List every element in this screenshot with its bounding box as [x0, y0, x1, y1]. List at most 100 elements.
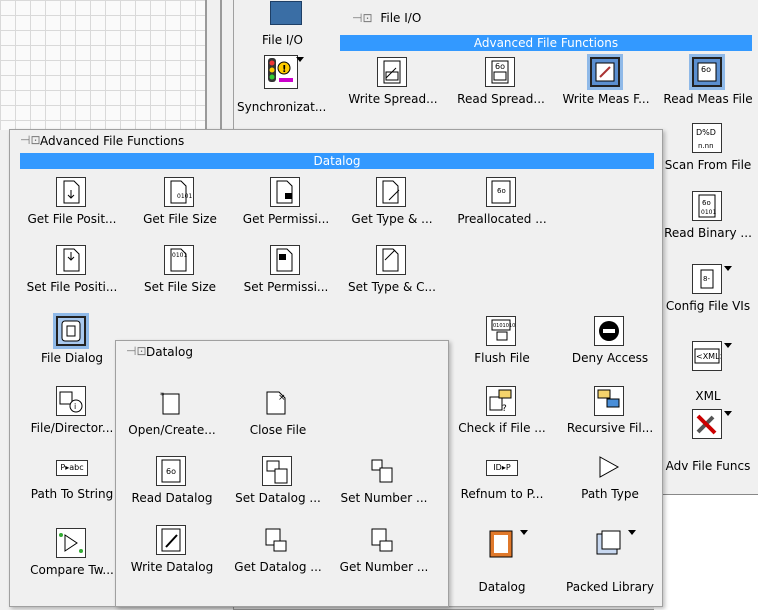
datalog-header[interactable]: Datalog	[20, 153, 654, 169]
get-number-of-records-icon	[368, 525, 398, 555]
submenu-arrow-icon	[520, 530, 528, 535]
submenu-arrow-icon	[628, 530, 636, 535]
set-number-of-records-icon	[368, 456, 398, 486]
svg-text:6o: 6o	[166, 467, 176, 476]
traffic-light-icon: !	[264, 55, 298, 89]
get-permissions-item[interactable]: Get Permissi...	[232, 175, 340, 231]
svg-text:×: ×	[278, 393, 286, 403]
block-diagram-grid	[0, 0, 205, 130]
get-datalog-position-item[interactable]: Get Datalog ...	[224, 523, 332, 579]
flush-file-icon: 01010100	[486, 316, 516, 346]
file-directory-info-item[interactable]: i File/Director...	[18, 384, 126, 440]
splitter-bar[interactable]	[220, 0, 222, 130]
set-file-size-item[interactable]: 0101 Set File Size	[126, 243, 234, 299]
set-number-of-records-item[interactable]: Set Number ...	[330, 454, 438, 510]
get-file-size-item[interactable]: 0101 Get File Size	[126, 175, 234, 231]
path-to-string-icon: P▸abc	[56, 460, 88, 476]
read-spreadsheet-item[interactable]: 6o Read Spread...	[447, 55, 555, 111]
open-create-datalog-item[interactable]: * Open/Create...	[118, 386, 226, 442]
datalog-item[interactable]: Datalog	[448, 526, 556, 594]
compare-two-paths-item[interactable]: Compare Tw...	[18, 526, 126, 582]
pin-icon[interactable]: ⊣⊡	[126, 345, 147, 357]
get-file-position-item[interactable]: Get File Posit...	[18, 175, 126, 231]
file-io-category[interactable]: File I/O	[262, 0, 324, 51]
write-spreadsheet-item[interactable]: Write Spread...	[339, 55, 447, 111]
submenu-arrow-icon	[296, 57, 304, 62]
file-dialog-item[interactable]: File Dialog	[18, 314, 126, 370]
set-permissions-item[interactable]: Set Permissi...	[232, 243, 340, 299]
tools-icon	[692, 409, 722, 439]
read-measurement-file-icon: 6o	[692, 57, 722, 87]
submenu-arrow-icon	[724, 266, 732, 271]
set-datalog-position-icon	[262, 456, 292, 486]
read-binary-file-item[interactable]: 6o 0101 Read Binary ...	[654, 189, 758, 245]
svg-text:6o: 6o	[702, 199, 711, 207]
get-datalog-position-icon	[262, 525, 292, 555]
splitter-bar[interactable]	[205, 0, 207, 130]
set-type-and-creator-item[interactable]: Set Type & C...	[338, 243, 446, 299]
path-type-icon	[596, 454, 622, 480]
write-datalog-item[interactable]: Write Datalog	[118, 523, 226, 579]
datalog-palette: ⊣⊡ Datalog * Open/Create... × Close File…	[115, 340, 449, 607]
svg-text:<XML>: <XML>	[696, 352, 721, 361]
close-file-icon: ×	[262, 388, 292, 418]
write-spreadsheet-icon	[377, 57, 407, 87]
get-number-of-records-item[interactable]: Get Number ...	[330, 523, 438, 579]
synchronization-category[interactable]: ! Synchronizat...	[234, 53, 334, 123]
read-measurement-file-item[interactable]: 6o Read Meas File	[654, 55, 758, 111]
refnum-to-path-item[interactable]: ID▸P Refnum to P...	[448, 450, 556, 506]
svg-text:!: !	[282, 64, 287, 75]
get-permissions-icon	[270, 177, 300, 207]
pin-icon[interactable]: ⊣⊡	[352, 11, 373, 25]
pin-icon[interactable]: ⊣⊡	[20, 134, 41, 146]
svg-text:6o: 6o	[701, 65, 711, 74]
palette-title: ⊣⊡ File I/O	[352, 11, 422, 25]
palette-bottom-area	[654, 494, 758, 610]
packed-library-item[interactable]: Packed Library	[556, 526, 664, 594]
file-directory-info-icon: i	[56, 386, 86, 416]
adv-file-funcs-item[interactable]: Adv File Funcs	[654, 407, 758, 473]
get-type-icon	[376, 177, 406, 207]
path-to-string-item[interactable]: P▸abc Path To String	[18, 450, 126, 506]
submenu-arrow-icon	[724, 411, 732, 416]
config-file-vis-item[interactable]: 8- Config File VIs	[654, 262, 758, 318]
path-type-item[interactable]: Path Type	[556, 450, 664, 506]
set-datalog-position-item[interactable]: Set Datalog ...	[224, 454, 332, 510]
svg-text:8-: 8-	[703, 275, 710, 283]
svg-text:D%D: D%D	[696, 128, 716, 137]
svg-text:0101: 0101	[172, 252, 187, 259]
clipboard-icon	[486, 528, 516, 558]
flush-file-item[interactable]: 01010100 Flush File	[448, 314, 556, 370]
recursive-file-list-item[interactable]: Recursive Fil...	[556, 384, 664, 440]
write-datalog-icon	[156, 525, 186, 555]
advanced-file-functions-header[interactable]: Advanced File Functions	[340, 35, 752, 51]
preallocated-read-icon: 6o	[486, 177, 516, 207]
read-datalog-item[interactable]: 6o Read Datalog	[118, 454, 226, 510]
close-file-item[interactable]: × Close File	[224, 386, 332, 442]
write-measurement-file-item[interactable]: Write Meas F...	[552, 55, 660, 111]
submenu-arrow-icon	[724, 343, 732, 348]
file-io-icon	[270, 1, 302, 25]
scan-from-file-item[interactable]: D%D n.nn Scan From File	[654, 121, 758, 177]
get-type-and-creator-item[interactable]: Get Type & ...	[338, 175, 446, 231]
deny-access-icon	[594, 316, 624, 346]
set-permissions-icon	[270, 245, 300, 275]
svg-text:01010100: 01010100	[493, 323, 515, 329]
svg-text:0101: 0101	[701, 209, 716, 216]
preallocated-read-item[interactable]: 6o Preallocated ...	[448, 175, 556, 231]
svg-text:6o: 6o	[495, 62, 505, 71]
deny-access-item[interactable]: Deny Access	[556, 314, 664, 370]
xml-item[interactable]: <XML> XML	[654, 339, 758, 403]
write-measurement-file-icon	[590, 57, 620, 87]
config-file-icon: 8-	[692, 264, 722, 294]
get-file-position-icon	[56, 177, 86, 207]
set-file-position-item[interactable]: Set File Positi...	[18, 243, 126, 299]
file-io-label: File I/O	[262, 33, 303, 47]
scan-from-file-icon: D%D n.nn	[692, 123, 722, 153]
read-spreadsheet-icon: 6o	[485, 57, 515, 87]
svg-text:i: i	[74, 402, 76, 411]
check-if-file-exists-item[interactable]: ? Check if File ...	[448, 384, 556, 440]
xml-icon: <XML>	[692, 341, 722, 371]
open-create-icon: *	[156, 388, 186, 418]
svg-text:?: ?	[502, 404, 507, 414]
